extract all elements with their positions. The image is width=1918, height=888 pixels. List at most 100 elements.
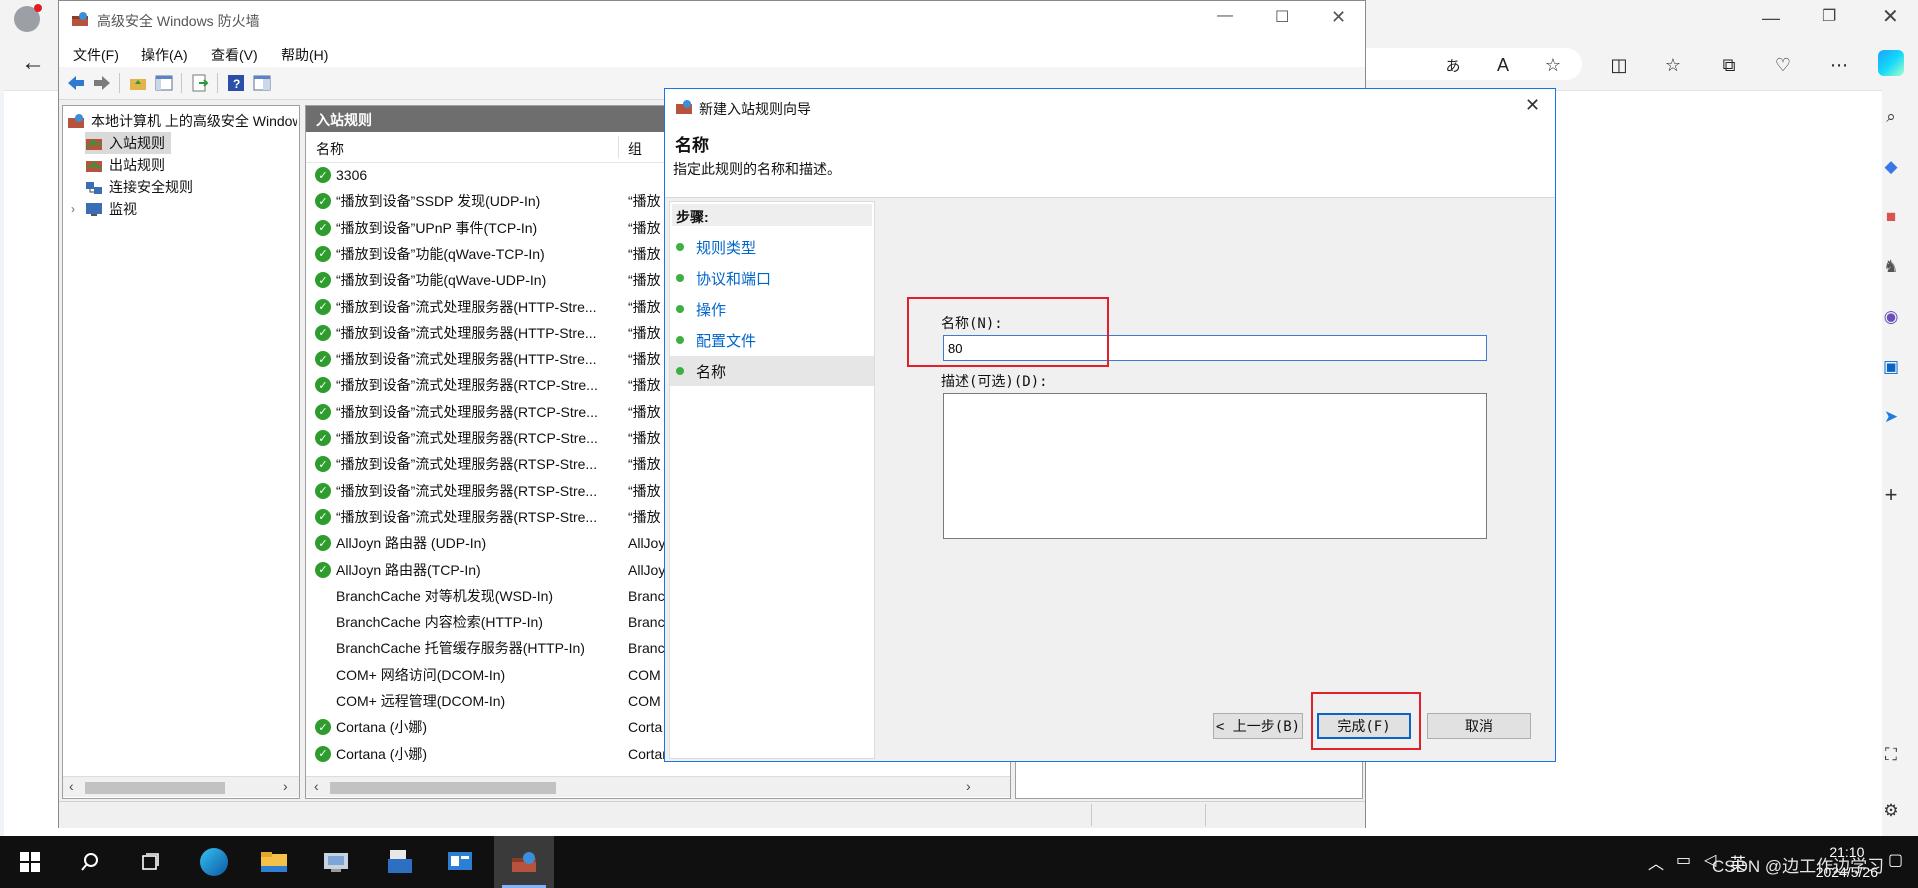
rule-name: BranchCache 对等机发现(WSD-In) [336,587,554,604]
back-arrow-icon[interactable] [65,72,87,94]
highlight-finish-button [1311,692,1421,750]
taskbar-firewall[interactable] [494,836,554,888]
copilot-icon[interactable] [1878,50,1904,76]
more-icon[interactable]: ⋯ [1826,52,1852,78]
rule-name: “播放到设备”流式处理服务器(RTCP-Stre... [336,377,598,394]
collections-icon[interactable]: ⧉ [1716,52,1742,78]
step-action[interactable]: 操作 [670,294,874,324]
rule-group: “播放 [628,377,661,394]
menu-action[interactable]: 操作(A) [141,45,188,65]
rule-name: “播放到设备”流式处理服务器(HTTP-Stre... [336,324,597,341]
chess-icon[interactable]: ♞ [1878,254,1904,280]
wizard-close-button[interactable]: ✕ [1525,95,1540,116]
tree-item-outbound[interactable]: 出站规则 [85,154,165,176]
tree-horizontal-scrollbar[interactable]: ‹ › [63,776,299,797]
scroll-thumb[interactable] [85,782,225,794]
outlook-icon[interactable]: ▣ [1878,354,1904,380]
office-icon[interactable]: ◉ [1878,304,1904,330]
favorite-icon[interactable]: ☆ [1540,52,1566,78]
taskbar-file-explorer[interactable] [244,836,304,888]
show-hide-tree-icon[interactable] [153,72,175,94]
rule-group: Branc [628,640,665,657]
read-aloud-icon[interactable]: A [1490,52,1516,78]
menu-file[interactable]: 文件(F) [73,45,119,65]
profile-avatar[interactable] [14,4,42,32]
tree-item-monitoring[interactable]: › 监视 [71,198,137,220]
settings-icon[interactable]: ⚙ [1878,798,1904,824]
health-icon[interactable]: ♡ [1770,52,1796,78]
taskbar-edge[interactable] [184,836,244,888]
search-icon[interactable]: ⌕ [1878,104,1904,130]
step-label[interactable]: 规则类型 [696,237,756,258]
network-icon[interactable]: ▭ [1676,850,1691,870]
description-input[interactable] [943,393,1487,539]
rule-name: “播放到设备”功能(qWave-TCP-In) [336,245,545,262]
scroll-right-arrow[interactable]: › [966,778,971,794]
cancel-button[interactable]: 取消 [1427,713,1531,739]
send-icon[interactable]: ➤ [1878,404,1904,430]
rule-group: “播放 [628,272,661,289]
window-minimize-button[interactable]: — [1762,8,1780,29]
screenshot-icon[interactable]: ⛶ [1878,742,1904,768]
rule-group: “播放 [628,430,661,446]
tree-item-inbound[interactable]: 入站规则 [85,132,171,154]
server-manager-icon [324,853,348,872]
taskbar-app-1[interactable] [306,836,366,888]
mmc-maximize-button[interactable]: ☐ [1275,7,1289,27]
column-group[interactable]: 组 [628,139,642,159]
scroll-left-arrow[interactable]: ‹ [69,778,74,794]
column-name[interactable]: 名称 [316,139,344,159]
tree-root-label: 本地计算机 上的高级安全 Windows 防火墙 [91,113,297,129]
window-close-button[interactable]: ✕ [1882,4,1899,29]
split-screen-icon[interactable]: ◫ [1606,52,1632,78]
rule-group: “播放 [628,403,661,420]
step-label[interactable]: 配置文件 [696,330,756,351]
taskbar-app-3[interactable] [430,836,490,888]
tag-icon[interactable]: ◆ [1878,154,1904,180]
rule-group: COM [628,666,661,683]
rule-group: COM [628,693,661,709]
step-profile[interactable]: 配置文件 [670,325,874,355]
step-protocol-ports[interactable]: 协议和端口 [670,263,874,293]
notification-icon[interactable]: ▢ [1888,850,1903,870]
rules-horizontal-scrollbar[interactable]: ‹ › [306,776,1010,797]
rule-enabled-icon: ✓ [315,482,331,499]
menu-view[interactable]: 查看(V) [211,45,258,65]
export-list-icon[interactable] [189,72,211,94]
step-rule-type[interactable]: 规则类型 [670,232,874,262]
mmc-close-button[interactable]: ✕ [1331,7,1346,28]
step-label[interactable]: 操作 [696,299,726,320]
scroll-right-arrow[interactable]: › [283,778,288,794]
search-button[interactable] [60,836,120,888]
menu-help[interactable]: 帮助(H) [281,45,328,65]
wizard-title: 新建入站规则向导 [699,101,811,117]
back-button[interactable]: < 上一步(B) [1213,713,1303,739]
window-restore-button[interactable]: ❐ [1822,6,1836,26]
toolbox-icon[interactable]: ■ [1878,204,1904,230]
up-folder-icon[interactable] [127,72,149,94]
tree-item-connection-security[interactable]: 连接安全规则 [85,176,193,198]
tree-root[interactable]: 本地计算机 上的高级安全 Windows 防火墙 [67,110,297,132]
translate-icon[interactable]: あ [1440,52,1466,78]
rule-name: COM+ 网络访问(DCOM-In) [336,666,506,683]
show-hidden-icons[interactable]: ︿ [1648,850,1664,874]
taskbar-app-2[interactable] [370,836,430,888]
tree-item-label: 出站规则 [109,157,165,173]
chevron-right-icon[interactable]: › [71,202,85,216]
mmc-minimize-button[interactable]: — [1217,7,1233,25]
favorites-icon[interactable]: ☆ [1660,52,1686,78]
add-icon[interactable]: + [1878,482,1904,508]
show-action-pane-icon[interactable] [251,72,273,94]
forward-arrow-icon[interactable] [91,72,113,94]
help-icon[interactable]: ? [225,72,247,94]
step-name[interactable]: 名称 [670,356,874,386]
scroll-thumb[interactable] [330,782,556,794]
scroll-left-arrow[interactable]: ‹ [314,778,319,794]
start-button[interactable] [0,836,60,888]
rule-enabled-icon: ✓ [315,193,331,210]
rule-group: “播放 [628,324,661,341]
task-view-button[interactable] [120,836,180,888]
step-label[interactable]: 协议和端口 [696,268,771,289]
back-icon[interactable]: ← [20,49,46,76]
monitoring-icon [86,203,102,216]
